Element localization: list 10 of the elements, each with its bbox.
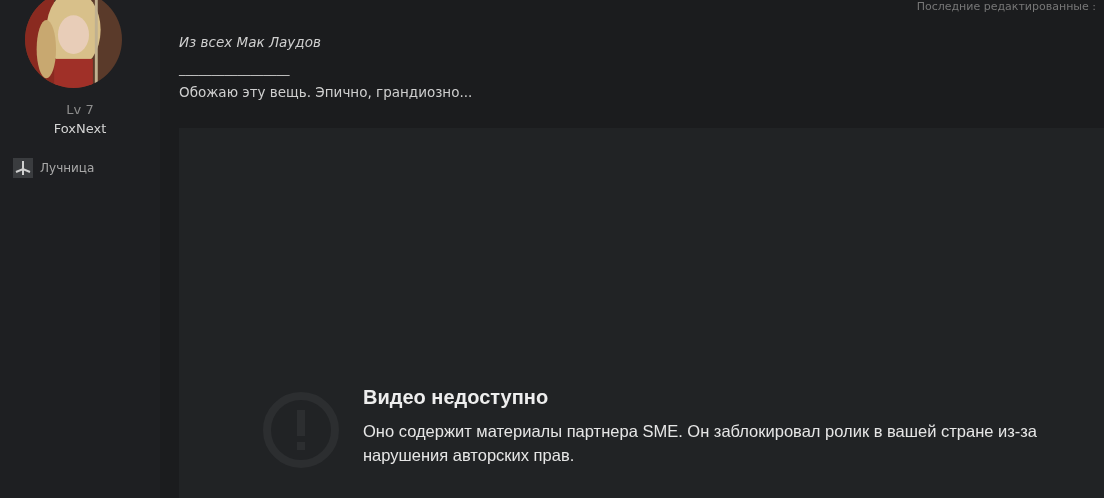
- video-title: Видео недоступно: [363, 386, 550, 409]
- edited-note: Последние редактированные :: [916, 0, 1096, 14]
- quote-text: Из всех Мак Лаудов: [179, 34, 322, 50]
- separator-line: _________________: [179, 62, 291, 76]
- username: FoxNext: [53, 121, 107, 136]
- class-icon: [13, 158, 33, 178]
- user-level: Lv 7: [66, 102, 94, 117]
- video-message: Оно содержит материалы партнера SME. Он заблокировал ролик в вашей стране из-за нарушения авторских прав.: [363, 421, 1039, 466]
- post-text: Обожаю эту вещь. Эпично, грандиозно...: [179, 84, 474, 100]
- class-name: Лучница: [40, 161, 95, 175]
